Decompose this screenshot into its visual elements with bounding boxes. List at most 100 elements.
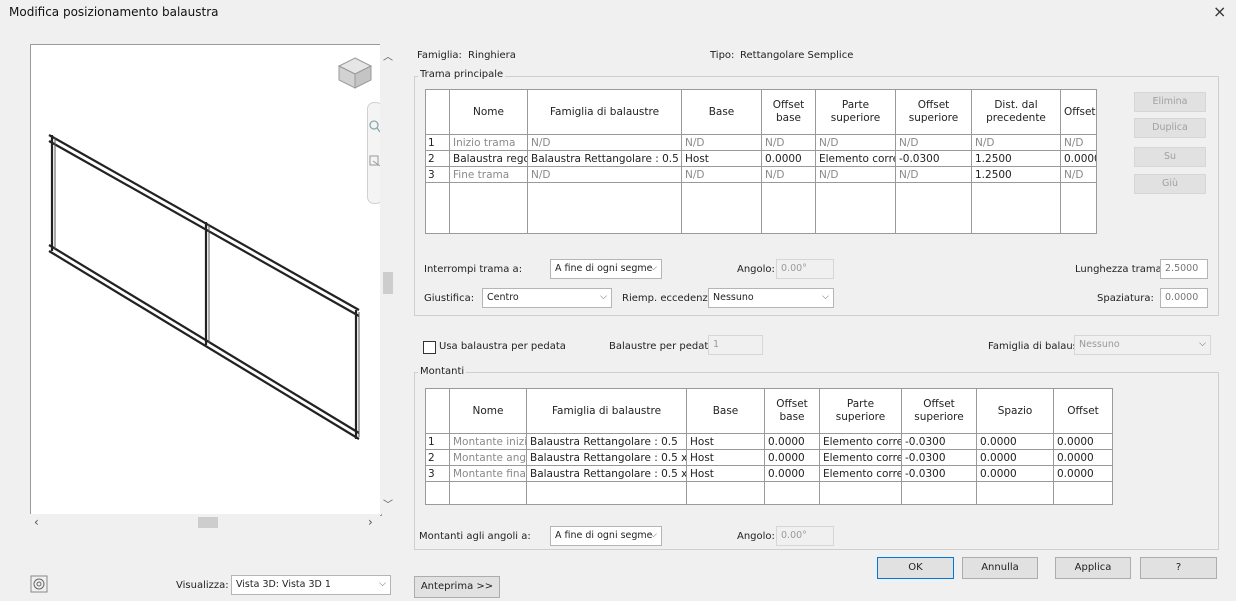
table-cell[interactable] bbox=[976, 481, 1054, 505]
table-cell[interactable]: 0.0000 bbox=[764, 449, 820, 466]
table-cell[interactable]: 0.0000 bbox=[1053, 433, 1113, 450]
table-cell[interactable]: N/D bbox=[895, 166, 972, 183]
table-row-empty[interactable] bbox=[425, 182, 1097, 234]
view-cube-icon[interactable] bbox=[336, 55, 374, 94]
table-cell[interactable]: N/D bbox=[527, 134, 682, 151]
table-cell[interactable]: Elemento corre bbox=[819, 433, 902, 450]
angolo-field[interactable]: 0.00° bbox=[776, 259, 834, 279]
table-cell[interactable]: -0.0300 bbox=[901, 433, 977, 450]
table-cell[interactable]: Balaustra rego bbox=[449, 150, 528, 167]
ok-button[interactable]: OK bbox=[877, 557, 954, 579]
table-cell[interactable] bbox=[1053, 481, 1113, 505]
anteprima-button[interactable]: Anteprima >> bbox=[414, 576, 500, 598]
table-cell[interactable]: 2 bbox=[425, 150, 450, 167]
table-cell[interactable]: 0.0000 bbox=[976, 433, 1054, 450]
table-cell[interactable]: 0.0000 bbox=[976, 465, 1054, 482]
su-button[interactable]: Su bbox=[1134, 147, 1206, 167]
table-cell[interactable]: N/D bbox=[681, 134, 762, 151]
table-cell[interactable]: Montante ang bbox=[449, 449, 527, 466]
table-row-empty[interactable] bbox=[425, 481, 1113, 505]
table-cell[interactable]: N/D bbox=[761, 134, 816, 151]
3d-preview-viewport[interactable] bbox=[30, 44, 383, 516]
table-cell[interactable] bbox=[764, 481, 820, 505]
table-cell[interactable]: 0.0000 bbox=[1053, 465, 1113, 482]
table-cell[interactable] bbox=[681, 182, 762, 234]
table-cell[interactable]: -0.0300 bbox=[901, 465, 977, 482]
table-row[interactable]: 2 Montante ang Balaustra Rettangolare : … bbox=[425, 449, 1113, 466]
table-cell[interactable] bbox=[425, 481, 450, 505]
giu-button[interactable]: Giù bbox=[1134, 174, 1206, 194]
table-cell[interactable]: Host bbox=[686, 433, 765, 450]
table-cell[interactable] bbox=[449, 182, 528, 234]
table-cell[interactable]: 0.0000 bbox=[764, 433, 820, 450]
table-cell[interactable]: 1 bbox=[425, 134, 450, 151]
table-cell[interactable]: 0.0000 bbox=[761, 150, 816, 167]
table-cell[interactable] bbox=[901, 481, 977, 505]
table-cell[interactable]: 1 bbox=[425, 433, 450, 450]
angoli-dropdown[interactable]: A fine di ogni segme ⌵ bbox=[550, 526, 662, 546]
montanti-angolo-field[interactable]: 0.00° bbox=[776, 526, 834, 546]
table-row[interactable]: 3 Fine trama N/D N/D N/D N/D N/D 1.2500 … bbox=[425, 166, 1097, 183]
table-cell[interactable]: N/D bbox=[527, 166, 682, 183]
spaziatura-field[interactable]: 0.0000 bbox=[1160, 288, 1208, 308]
table-cell[interactable] bbox=[761, 182, 816, 234]
table-row[interactable]: 1 Montante inizi Balaustra Rettangolare … bbox=[425, 433, 1113, 450]
table-cell[interactable]: Balaustra Rettangolare : 0.5 x bbox=[527, 150, 682, 167]
table-cell[interactable] bbox=[815, 182, 896, 234]
table-cell[interactable] bbox=[1060, 182, 1097, 234]
scroll-left-icon[interactable]: ‹ bbox=[34, 515, 39, 529]
table-cell[interactable]: N/D bbox=[1060, 166, 1097, 183]
help-button[interactable]: ? bbox=[1140, 557, 1217, 579]
table-cell[interactable]: Elemento corre bbox=[815, 150, 896, 167]
table-cell[interactable] bbox=[819, 481, 902, 505]
table-cell[interactable] bbox=[971, 182, 1061, 234]
table-cell[interactable]: 3 bbox=[425, 465, 450, 482]
trama-table[interactable]: Nome Famiglia di balaustre Base Offset b… bbox=[425, 89, 1097, 234]
montanti-table[interactable]: Nome Famiglia di balaustre Base Offset b… bbox=[425, 388, 1113, 505]
table-cell[interactable] bbox=[449, 481, 527, 505]
close-icon[interactable]: × bbox=[1213, 2, 1226, 21]
table-cell[interactable]: 0.0000 bbox=[764, 465, 820, 482]
interrompi-dropdown[interactable]: A fine di ogni segme ⌵ bbox=[550, 259, 662, 279]
table-cell[interactable]: Balaustra Rettangolare : 0.5 x 2 bbox=[526, 449, 687, 466]
table-cell[interactable]: Host bbox=[686, 465, 765, 482]
table-cell[interactable]: -0.0300 bbox=[895, 150, 972, 167]
table-cell[interactable]: N/D bbox=[815, 134, 896, 151]
pedata-famiglia-dropdown[interactable]: Nessuno ⌵ bbox=[1074, 335, 1211, 355]
table-cell[interactable] bbox=[526, 481, 687, 505]
scroll-right-icon[interactable]: › bbox=[368, 515, 373, 529]
table-cell[interactable]: 0.0000 bbox=[1053, 449, 1113, 466]
preview-horizontal-scrollbar[interactable]: ‹ › bbox=[30, 514, 380, 531]
table-cell[interactable]: 2 bbox=[425, 449, 450, 466]
table-cell[interactable]: 0.0000 bbox=[1060, 150, 1097, 167]
riemp-dropdown[interactable]: Nessuno ⌵ bbox=[708, 288, 834, 308]
table-cell[interactable]: N/D bbox=[815, 166, 896, 183]
table-cell[interactable]: Balaustra Rettangolare : 0.5 x 2 bbox=[526, 465, 687, 482]
table-cell[interactable]: Host bbox=[686, 449, 765, 466]
scrollbar-thumb[interactable] bbox=[198, 517, 218, 528]
table-cell[interactable]: Balaustra Rettangolare : 0.5 bbox=[526, 433, 687, 450]
usa-pedata-checkbox[interactable] bbox=[423, 341, 436, 354]
table-row[interactable]: 3 Montante final Balaustra Rettangolare … bbox=[425, 465, 1113, 482]
rotate-view-icon[interactable] bbox=[30, 575, 48, 596]
table-cell[interactable]: 1.2500 bbox=[971, 150, 1061, 167]
table-cell[interactable]: Montante final bbox=[449, 465, 527, 482]
scroll-up-icon[interactable]: ︿ bbox=[383, 48, 393, 63]
table-cell[interactable] bbox=[895, 182, 972, 234]
table-cell[interactable]: -0.0300 bbox=[901, 449, 977, 466]
table-cell[interactable]: 0.0000 bbox=[976, 449, 1054, 466]
duplica-button[interactable]: Duplica bbox=[1134, 118, 1206, 138]
lunghezza-field[interactable]: 2.5000 bbox=[1160, 259, 1208, 279]
table-cell[interactable]: N/D bbox=[895, 134, 972, 151]
elimina-button[interactable]: Elimina bbox=[1134, 92, 1206, 112]
table-cell[interactable]: Elemento corre bbox=[819, 465, 902, 482]
table-cell[interactable]: N/D bbox=[1060, 134, 1097, 151]
scroll-down-icon[interactable]: ﹀ bbox=[383, 496, 393, 511]
table-cell[interactable]: 1.2500 bbox=[971, 166, 1061, 183]
table-cell[interactable]: N/D bbox=[971, 134, 1061, 151]
visualizza-dropdown[interactable]: Vista 3D: Vista 3D 1 ⌵ bbox=[231, 575, 391, 595]
table-cell[interactable] bbox=[527, 182, 682, 234]
table-cell[interactable]: 3 bbox=[425, 166, 450, 183]
table-cell[interactable]: Fine trama bbox=[449, 166, 528, 183]
table-cell[interactable] bbox=[686, 481, 765, 505]
